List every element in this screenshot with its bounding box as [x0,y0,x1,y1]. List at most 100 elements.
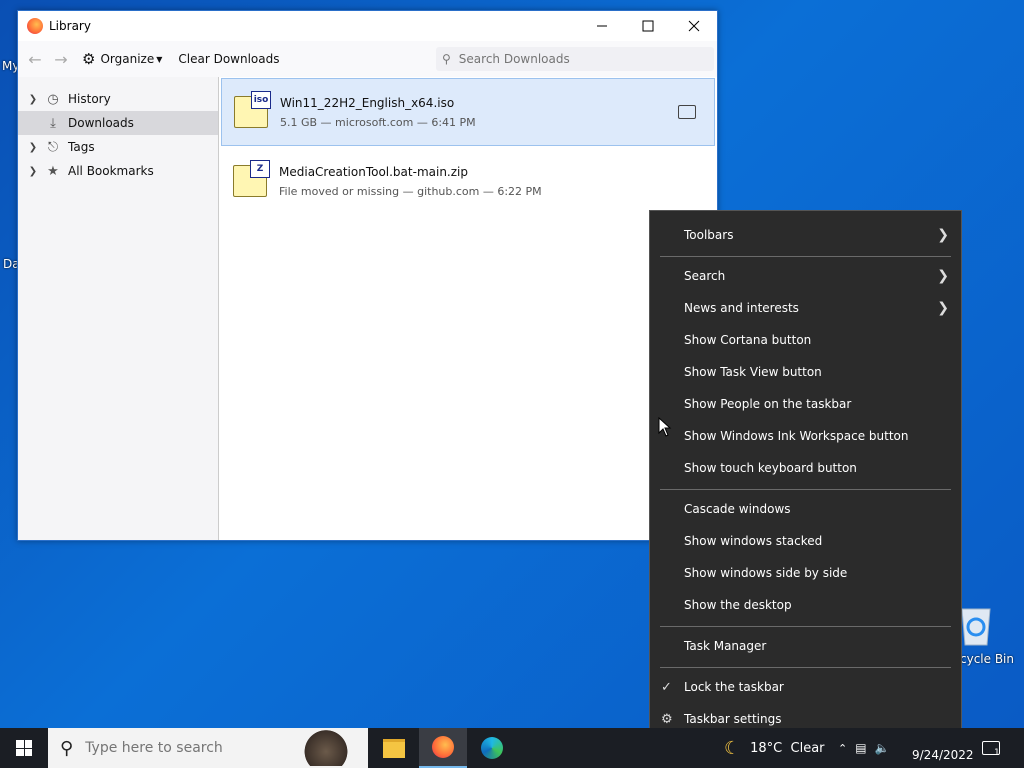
gear-icon: ⚙ [82,50,96,68]
menu-item-toolbars[interactable]: Toolbars ❯ [650,219,961,251]
search-downloads-box[interactable]: ⚲ [436,47,714,71]
taskbar-context-menu: Toolbars ❯ Search ❯ News and interests ❯… [649,210,962,744]
notification-icon [982,741,1000,755]
windows-logo-icon [16,740,32,756]
menu-item-news-and-interests[interactable]: News and interests ❯ [650,292,961,324]
sidebar-item-label: Downloads [68,116,134,130]
menu-item-windows-stacked[interactable]: Show windows stacked [650,525,961,557]
forward-icon[interactable]: → [48,50,74,69]
folder-icon[interactable] [678,105,696,119]
edge-icon [481,737,503,759]
organize-label: Organize [100,52,155,66]
minimize-icon [597,25,607,27]
maximize-icon [642,20,654,32]
search-highlight-icon [298,730,354,766]
notifications-button[interactable]: 1 [982,728,1000,768]
tag-icon: ⎋ [47,139,59,155]
sidebar-item-downloads[interactable]: ⤓ Downloads [18,111,218,135]
chevron-up-icon[interactable]: ⌃ [838,742,847,755]
chevron-right-icon: ❯ [937,268,949,284]
menu-item-search[interactable]: Search ❯ [650,260,961,292]
menu-item-show-people[interactable]: Show People on the taskbar [650,388,961,420]
date-text: 9/24/2022 [912,748,974,762]
chevron-right-icon[interactable]: ❯ [26,166,40,177]
network-icon[interactable]: ▤ [855,741,866,755]
chevron-down-icon: ▼ [156,54,163,64]
taskbar-search-box[interactable]: ⚲ [48,728,368,768]
maximize-button[interactable] [625,11,671,41]
chevron-right-icon[interactable]: ❯ [26,142,40,153]
clock[interactable]: 9/24/2022 [912,728,974,768]
menu-item-lock-taskbar[interactable]: ✓ Lock the taskbar [650,671,961,703]
mouse-cursor-icon [658,417,672,437]
list-item[interactable]: iso Win11_22H2_English_x64.iso 5.1 GB — … [221,78,715,146]
iso-file-icon: iso [234,91,271,128]
start-button[interactable] [0,728,48,768]
search-icon: ⚲ [442,52,451,66]
weather-text: 18°C Clear [750,740,825,756]
star-icon: ★ [47,163,59,179]
recycle-bin-icon[interactable] [958,603,994,650]
taskbar-search-input[interactable] [83,739,288,757]
download-meta: File moved or missing — github.com — 6:2… [279,184,542,198]
sidebar-item-label: History [68,92,111,106]
back-icon[interactable]: ← [22,50,48,69]
title-bar[interactable]: Library [18,11,717,41]
system-tray: ⌃ ▤ 🔈 [838,728,890,768]
menu-separator [660,256,951,257]
download-meta: 5.1 GB — microsoft.com — 6:41 PM [280,115,476,129]
clear-downloads-label: Clear Downloads [178,52,280,66]
chevron-right-icon: ❯ [937,300,949,316]
chevron-right-icon[interactable]: ❯ [26,94,40,105]
close-icon [688,20,700,32]
sidebar-item-label: Tags [68,140,95,154]
gear-icon: ⚙ [661,711,673,727]
sidebar-item-tags[interactable]: ❯ ⎋ Tags [18,135,218,159]
menu-item-show-task-view[interactable]: Show Task View button [650,356,961,388]
menu-separator [660,489,951,490]
chevron-right-icon: ❯ [937,227,949,243]
organize-button[interactable]: ⚙ Organize ▼ [82,50,162,68]
moon-icon: ☾ [724,737,741,759]
sidebar-item-all-bookmarks[interactable]: ❯ ★ All Bookmarks [18,159,218,183]
clock-icon: ◷ [47,91,59,107]
library-sidebar: ❯ ◷ History ⤓ Downloads ❯ ⎋ Tags ❯ ★ All… [18,77,219,540]
menu-item-show-ink-workspace[interactable]: Show Windows Ink Workspace button [650,420,961,452]
folder-icon [383,738,405,758]
search-icon: ⚲ [60,737,74,759]
menu-separator [660,667,951,668]
menu-item-show-cortana[interactable]: Show Cortana button [650,324,961,356]
download-name: MediaCreationTool.bat-main.zip [279,164,468,179]
menu-item-cascade-windows[interactable]: Cascade windows [650,493,961,525]
close-button[interactable] [671,11,717,41]
recycle-bin-icon [961,608,991,646]
download-name: Win11_22H2_English_x64.iso [280,95,455,110]
downloads-list: iso Win11_22H2_English_x64.iso 5.1 GB — … [219,77,717,540]
list-item[interactable]: Z MediaCreationTool.bat-main.zip File mo… [221,147,715,215]
edge-taskbar-button[interactable] [468,728,516,768]
taskbar: ⚲ ☾ 18°C Clear ⌃ ▤ 🔈 9/24/2022 1 [0,728,1024,768]
menu-item-show-desktop[interactable]: Show the desktop [650,589,961,621]
library-toolbar: ← → ⚙ Organize ▼ Clear Downloads ⚲ [18,41,717,78]
sidebar-item-label: All Bookmarks [68,164,154,178]
sidebar-item-history[interactable]: ❯ ◷ History [18,87,218,111]
file-explorer-button[interactable] [370,728,418,768]
firefox-icon [27,18,43,34]
menu-item-show-touch-keyboard[interactable]: Show touch keyboard button [650,452,961,484]
weather-widget[interactable]: ☾ 18°C Clear [724,728,825,768]
volume-icon[interactable]: 🔈 [875,741,890,755]
menu-item-windows-side-by-side[interactable]: Show windows side by side [650,557,961,589]
firefox-taskbar-button[interactable] [419,728,467,768]
clear-downloads-button[interactable]: Clear Downloads [178,52,279,66]
minimize-button[interactable] [579,11,625,41]
zip-file-icon: Z [233,160,270,197]
menu-separator [660,626,951,627]
library-window: Library ← → ⚙ Organize ▼ Clear Downloads… [17,10,718,541]
menu-item-task-manager[interactable]: Task Manager [650,630,961,662]
checkmark-icon: ✓ [661,679,672,695]
window-title: Library [49,19,91,33]
recycle-bin-label[interactable]: cycle Bin [960,652,1014,666]
download-icon: ⤓ [50,115,56,131]
search-downloads-input[interactable] [456,51,701,67]
firefox-icon [432,736,454,758]
